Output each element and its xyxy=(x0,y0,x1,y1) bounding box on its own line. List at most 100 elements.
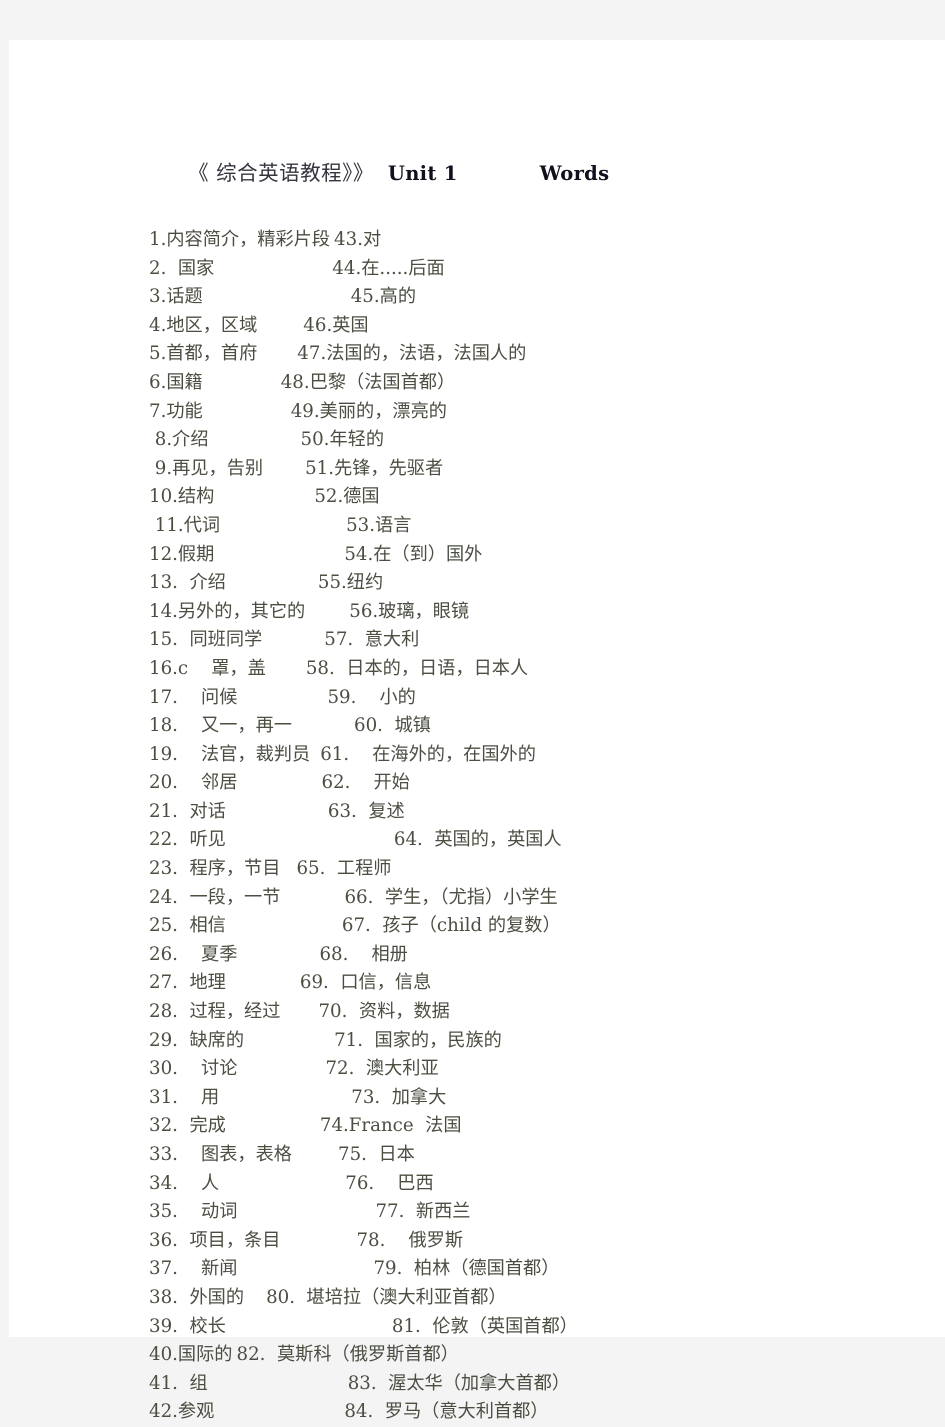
entry-left-item: 13. 介绍 xyxy=(149,572,226,594)
vocabulary-entry-line: 6.国籍 48.巴黎（法国首都） xyxy=(149,369,849,398)
entry-column-spacer xyxy=(237,1273,373,1274)
entry-left-item: 19. 法官，裁判员 xyxy=(149,743,311,765)
entry-left-item: 30. 讨论 xyxy=(149,1058,238,1080)
vocabulary-entry-line: 21. 对话 63. 复述 xyxy=(149,798,849,827)
entry-column-spacer xyxy=(280,873,296,874)
vocabulary-entry-line: 1.内容简介，精彩片段 43.对 xyxy=(149,226,849,255)
entry-right-item: 56.玻璃，眼镜 xyxy=(349,600,470,622)
entry-right-item: 44.在.....后面 xyxy=(332,257,445,279)
entry-left-item: 39. 校长 xyxy=(149,1315,226,1337)
entry-left-item: 40.国际的 xyxy=(149,1344,233,1366)
vocabulary-entry-line: 33. 图表，表格 75. 日本 xyxy=(149,1141,849,1170)
entry-right-item: 77. 新西兰 xyxy=(375,1201,471,1223)
vocabulary-entry-line: 38. 外国的 80. 堪培拉（澳大利亚首都） xyxy=(149,1284,849,1313)
vocabulary-entry-line: 26. 夏季 68. 相册 xyxy=(149,941,849,970)
entry-column-spacer xyxy=(226,844,394,845)
entry-left-item: 27. 地理 xyxy=(149,972,226,994)
entry-left-item: 42.参观 xyxy=(149,1401,215,1423)
entry-left-item: 36. 项目，条目 xyxy=(149,1229,281,1251)
entry-left-item: 21. 对话 xyxy=(149,800,226,822)
entry-right-item: 46.英国 xyxy=(303,314,369,336)
entry-left-item: 12.假期 xyxy=(149,543,215,565)
unit-label: Unit 1 xyxy=(387,162,458,185)
entry-left-item: 17. 问候 xyxy=(149,686,238,708)
vocabulary-entry-line: 19. 法官，裁判员 61. 在海外的，在国外的 xyxy=(149,741,849,770)
entry-right-item: 45.高的 xyxy=(350,286,417,308)
entry-right-item: 80. 堪培拉（澳大利亚首都） xyxy=(266,1286,507,1308)
vocabulary-entry-line: 16.c 罩，盖 58. 日本的，日语，日本人 xyxy=(149,655,849,684)
entry-left-item: 1.内容简介，精彩片段 xyxy=(149,229,331,250)
entry-left-item: 31. 用 xyxy=(149,1086,220,1108)
vocabulary-entry-line: 15. 同班同学 57. 意大利 xyxy=(149,626,849,655)
entry-left-item: 29. 缺席的 xyxy=(149,1029,245,1051)
entry-column-spacer xyxy=(220,530,346,531)
entry-right-item: 78. 俄罗斯 xyxy=(356,1229,464,1251)
vocabulary-entry-line: 23. 程序，节目 65. 工程师 xyxy=(149,855,849,884)
entry-left-item: 10.结构 xyxy=(149,486,215,508)
entry-left-item: 11.代词 xyxy=(149,514,221,536)
entry-right-item: 67. 孩子（child 的复数） xyxy=(341,915,561,937)
entry-left-item: 7.功能 xyxy=(149,400,203,422)
entry-left-item: 9.再见，告别 xyxy=(149,457,264,479)
entry-column-spacer xyxy=(280,1016,318,1017)
entry-right-item: 58. 日本的，日语，日本人 xyxy=(305,657,529,679)
vocabulary-entry-line: 9.再见，告别 51.先锋，先驱者 xyxy=(149,455,849,484)
entry-left-item: 25. 相信 xyxy=(149,915,226,937)
entry-right-item: 52.德国 xyxy=(314,486,380,508)
vocabulary-entry-line: 35. 动词 77. 新西兰 xyxy=(149,1198,849,1227)
entry-right-item: 59. 小的 xyxy=(327,686,416,708)
entry-right-item: 48.巴黎（法国首都） xyxy=(280,371,456,393)
entry-right-item: 70. 资料，数据 xyxy=(318,1001,450,1023)
vocabulary-entry-line: 22. 听见 64. 英国的，英国人 xyxy=(149,826,849,855)
entry-column-spacer xyxy=(263,473,305,474)
entry-left-item: 38. 外国的 xyxy=(149,1286,245,1308)
entry-left-item: 8.介绍 xyxy=(149,429,209,451)
vocabulary-entry-line: 41. 组 83. 渥太华（加拿大首都） xyxy=(149,1370,849,1399)
entry-right-item: 72. 澳大利亚 xyxy=(325,1058,439,1080)
entry-column-spacer xyxy=(257,358,297,359)
entry-left-item: 41. 组 xyxy=(149,1372,208,1394)
entry-column-spacer xyxy=(214,273,332,274)
vocabulary-entry-line: 24. 一段，一节 66. 学生，（尤指）小学生 xyxy=(149,884,849,913)
entry-column-spacer xyxy=(280,902,344,903)
entry-column-spacer xyxy=(208,1388,348,1389)
section-label: Words xyxy=(539,162,610,185)
vocabulary-entry-line: 32. 完成 74.France 法国 xyxy=(149,1112,849,1141)
vocabulary-entry-line: 4.地区，区域 46.英国 xyxy=(149,312,849,341)
entry-right-item: 43.对 xyxy=(334,229,382,250)
entry-left-item: 34. 人 xyxy=(149,1172,220,1194)
entry-right-item: 79. 柏林（德国首都） xyxy=(373,1258,560,1280)
entry-column-spacer xyxy=(214,501,314,502)
entry-right-item: 54.在（到）国外 xyxy=(344,543,483,565)
entry-column-spacer xyxy=(237,1216,375,1217)
entry-left-item: 14.另外的，其它的 xyxy=(149,600,306,622)
entry-column-spacer xyxy=(237,1073,325,1074)
entry-left-item: 37. 新闻 xyxy=(149,1258,238,1280)
entry-right-item: 84. 罗马（意大利首都） xyxy=(344,1401,549,1423)
entry-column-spacer xyxy=(244,1045,334,1046)
entry-right-item: 68. 相册 xyxy=(319,943,408,965)
document-body: 《 综合英语教程》》 Unit 1 Words 1.内容简介，精彩片段 43.对 2. … xyxy=(149,128,849,1427)
vocabulary-entry-line: 12.假期 54.在（到）国外 xyxy=(149,541,849,570)
vocabulary-entry-line: 14.另外的，其它的 56.玻璃，眼镜 xyxy=(149,598,849,627)
entry-right-item: 73. 加拿大 xyxy=(351,1086,447,1108)
entry-column-spacer xyxy=(219,1188,345,1189)
entry-column-spacer xyxy=(209,444,301,445)
entry-right-item: 53.语言 xyxy=(346,514,412,536)
entry-right-item: 60. 城镇 xyxy=(354,715,431,737)
entry-column-spacer xyxy=(237,959,319,960)
entry-left-item: 32. 完成 xyxy=(149,1115,226,1137)
entry-left-item: 26. 夏季 xyxy=(149,943,238,965)
entry-column-spacer xyxy=(214,559,344,560)
vocabulary-entry-list: 1.内容简介，精彩片段 43.对 2. 国家 44.在.....后面 3.话题 45.高的… xyxy=(149,226,849,1427)
entry-right-item: 81. 伦敦（英国首都） xyxy=(391,1315,578,1337)
entry-column-spacer xyxy=(257,330,303,331)
entry-right-item: 63. 复述 xyxy=(327,800,405,822)
entry-column-spacer xyxy=(203,387,281,388)
entry-right-item: 55.纽约 xyxy=(317,572,384,594)
entry-left-item: 24. 一段，一节 xyxy=(149,886,281,908)
vocabulary-entry-line: 20. 邻居 62. 开始 xyxy=(149,769,849,798)
entry-left-item: 6.国籍 xyxy=(149,371,203,393)
entry-column-spacer xyxy=(292,1159,338,1160)
vocabulary-entry-line: 3.话题 45.高的 xyxy=(149,283,849,312)
